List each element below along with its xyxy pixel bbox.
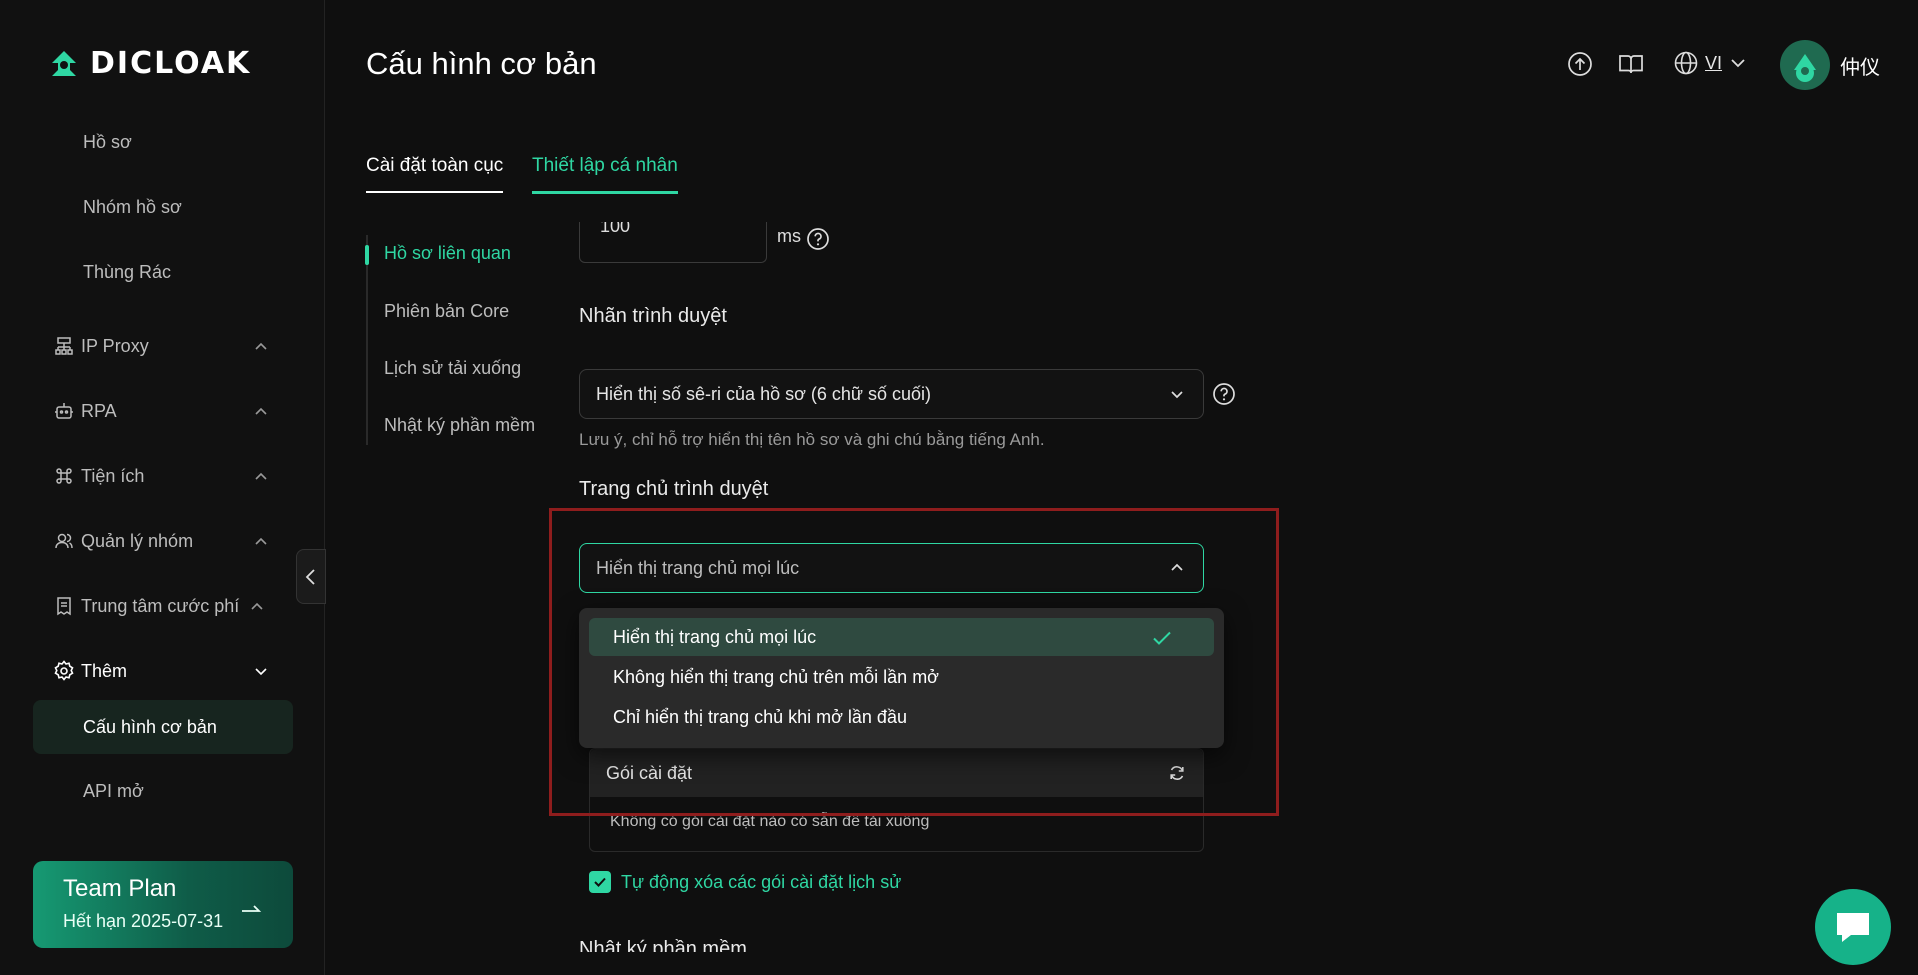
- chevron-up-icon: [255, 537, 267, 545]
- arrow-right-icon: [242, 905, 262, 912]
- username: 仲仪: [1840, 57, 1880, 79]
- auto-delete-checkbox[interactable]: Tự động xóa các gói cài đặt lịch sử: [589, 871, 901, 893]
- sidebar-item-more[interactable]: Thêm: [33, 645, 293, 697]
- language-selector[interactable]: VI: [1673, 50, 1748, 76]
- page-title: Cấu hình cơ bản: [366, 46, 597, 81]
- sidebar-item-ip-proxy[interactable]: IP Proxy: [33, 320, 293, 372]
- browser-label-title: Nhãn trình duyệt: [579, 305, 727, 327]
- network-icon: [53, 335, 75, 357]
- sidebar-item-label: RPA: [81, 400, 117, 421]
- globe-icon: [1674, 51, 1698, 75]
- software-log-section-title: Nhật ký phần mềm: [579, 938, 747, 952]
- homepage-title: Trang chủ trình duyệt: [579, 478, 769, 500]
- sidebar-item-basic-config[interactable]: Cấu hình cơ bản: [33, 700, 293, 754]
- delay-unit: ms: [777, 226, 801, 246]
- subnav-active-indicator: [365, 245, 369, 265]
- checkbox-checked: [589, 871, 611, 893]
- delay-input[interactable]: 100: [579, 222, 767, 263]
- robot-icon: [53, 400, 75, 422]
- chat-icon: [1837, 913, 1869, 942]
- brand-logo[interactable]: DICLOAK: [48, 46, 251, 81]
- team-plan-card[interactable]: Team Plan Hết hạn 2025-07-31: [33, 861, 293, 948]
- browser-label-select[interactable]: Hiển thị số sê-ri của hồ sơ (6 chữ số cu…: [579, 369, 1204, 419]
- sidebar-item-label: Nhóm hồ sơ: [83, 196, 182, 217]
- chevron-down-icon: [1171, 391, 1183, 399]
- sidebar-item-label: Quản lý nhóm: [81, 530, 194, 551]
- sidebar-item-label: IP Proxy: [81, 335, 149, 356]
- dicloak-logo-icon: [52, 50, 76, 76]
- sidebar-item-label: Tiện ích: [81, 465, 145, 486]
- chevron-up-icon: [251, 602, 263, 610]
- brand-name: DICLOAK: [90, 46, 252, 81]
- gear-icon: [53, 660, 75, 682]
- sidebar-item-label: Hồ sơ: [83, 131, 132, 152]
- billing-icon: [53, 595, 75, 617]
- sidebar-item-extensions[interactable]: Tiện ích: [33, 450, 293, 502]
- avatar[interactable]: [1780, 40, 1830, 90]
- chevron-left-icon: [305, 568, 315, 585]
- plan-expiry: Hết hạn 2025-07-31: [63, 911, 224, 931]
- chat-support-button[interactable]: [1815, 889, 1891, 965]
- subnav-item-core-version[interactable]: Phiên bản Core: [384, 301, 509, 322]
- sidebar-item-open-api[interactable]: API mở: [33, 765, 293, 817]
- chevron-up-icon: [255, 472, 267, 480]
- sidebar: DICLOAK Hồ sơ Nhóm hồ sơ Thùng Rác IP Pr…: [0, 0, 325, 975]
- sidebar-item-profile-groups[interactable]: Nhóm hồ sơ: [33, 181, 293, 233]
- sidebar-item-profiles[interactable]: Hồ sơ: [33, 116, 293, 168]
- subnav-item-profile-related[interactable]: Hồ sơ liên quan: [384, 243, 511, 264]
- language-code: VI: [1705, 52, 1723, 73]
- chevron-up-icon: [255, 342, 267, 350]
- avatar-icon: [1794, 54, 1816, 82]
- settings-subnav: Hồ sơ liên quan Phiên bản Core Lịch sử t…: [365, 235, 535, 445]
- sidebar-item-label: API mở: [83, 780, 144, 801]
- delay-value: 100: [600, 222, 631, 236]
- help-icon[interactable]: [1212, 382, 1236, 406]
- highlight-box: [549, 508, 1279, 816]
- auto-delete-label: Tự động xóa các gói cài đặt lịch sử: [621, 871, 902, 892]
- sidebar-item-rpa[interactable]: RPA: [33, 385, 293, 437]
- sidebar-item-label: Thêm: [81, 660, 128, 681]
- chevron-down-icon: [255, 668, 267, 676]
- sidebar-item-team-management[interactable]: Quản lý nhóm: [33, 515, 293, 567]
- browser-label-note: Lưu ý, chỉ hỗ trợ hiển thị tên hồ sơ và …: [579, 430, 1045, 449]
- sidebar-item-label: Trung tâm cước phí: [81, 595, 240, 616]
- upload-icon[interactable]: [1566, 50, 1594, 78]
- plan-title: Team Plan: [63, 875, 177, 902]
- collapse-sidebar-button[interactable]: [296, 549, 326, 604]
- tab-personal-settings[interactable]: Thiết lập cá nhân: [532, 155, 678, 194]
- chevron-up-icon: [255, 407, 267, 415]
- browser-label-value: Hiển thị số sê-ri của hồ sơ (6 chữ số cu…: [596, 383, 931, 404]
- subnav-item-download-history[interactable]: Lịch sử tải xuống: [384, 358, 521, 379]
- subnav-item-software-log[interactable]: Nhật ký phần mềm: [384, 415, 535, 436]
- tab-global-settings[interactable]: Cài đặt toàn cục: [366, 155, 504, 193]
- check-icon: [594, 877, 606, 887]
- command-icon: [53, 465, 75, 487]
- users-icon: [53, 530, 75, 552]
- app-window: DICLOAK Hồ sơ Nhóm hồ sơ Thùng Rác IP Pr…: [0, 0, 1918, 975]
- sidebar-item-label: Cấu hình cơ bản: [83, 716, 217, 737]
- sidebar-item-label: Thùng Rác: [83, 261, 172, 282]
- book-icon[interactable]: [1617, 50, 1645, 78]
- sidebar-item-trash[interactable]: Thùng Rác: [33, 246, 293, 298]
- sidebar-item-billing-center[interactable]: Trung tâm cước phí: [33, 580, 293, 632]
- chevron-down-icon: [1731, 59, 1745, 68]
- help-icon[interactable]: [806, 227, 830, 251]
